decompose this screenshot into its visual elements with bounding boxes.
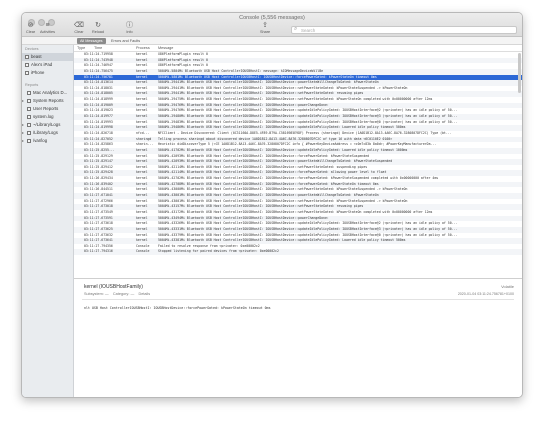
sidebar-report-system[interactable]: ▸ System Reports [22, 97, 73, 105]
search-input[interactable]: ⌕ Search [291, 26, 517, 34]
folder-icon [27, 139, 31, 143]
detail-meta: Subsystem: — Category: — Details [84, 292, 150, 296]
detail-volatile-label: Volatile [501, 284, 514, 289]
detail-subsystem: Subsystem: — [84, 292, 109, 296]
devices-heading: Devices [25, 47, 39, 51]
log-list: 03:11:24.719958 kernel X86PlatformPlugin r… [74, 52, 522, 278]
errors-faults-filter[interactable]: Errors and Faults [108, 38, 143, 44]
sidebar-report-analytics[interactable]: Mac Analytics D... [22, 89, 73, 97]
sidebar-device-beast[interactable]: beast [22, 53, 73, 61]
detail-title: kernel (IOUSBHostFamily) [84, 284, 143, 290]
log-row[interactable]: 03:11:27.794316 Console Stopped listening … [74, 249, 522, 256]
detail-separator [82, 299, 514, 300]
share-icon: ⇪ [262, 22, 268, 29]
column-process[interactable]: Process [136, 45, 150, 52]
sidebar-report-user[interactable]: User Reports [22, 105, 73, 113]
folder-icon [27, 107, 31, 111]
disclosure-arrow-icon[interactable]: ▸ [22, 137, 24, 145]
sidebar-report-system-log[interactable]: system.log [22, 113, 73, 121]
disclosure-arrow-icon[interactable]: ▸ [22, 121, 24, 129]
log-area: Type Time Process Message 03:11:24.71995… [74, 45, 522, 397]
detail-details-link[interactable]: Details [138, 292, 150, 296]
column-type[interactable]: Type [77, 45, 85, 52]
clear-toolbar-button[interactable]: ⊘ Clear [26, 22, 35, 34]
detail-category: Category: — [112, 292, 135, 296]
reload-button[interactable]: ↻ Reload [92, 22, 104, 34]
detail-pane: kernel (IOUSBHostFamily) Volatile Subsys… [74, 279, 522, 397]
sidebar-device-iphone[interactable]: iPhone [22, 69, 73, 77]
activities-toolbar-button[interactable]: ≡ Activities [40, 22, 55, 34]
folder-icon [27, 99, 31, 103]
search-icon: ⌕ [294, 26, 298, 32]
reload-icon: ↻ [95, 22, 101, 29]
share-button[interactable]: ⇪ Share [260, 22, 270, 34]
title-bar: Console (5,556 messages) ⊘ Clear ≡ Activ… [22, 13, 522, 37]
disclosure-arrow-icon[interactable]: ▸ [22, 129, 24, 137]
sidebar-report-user-library-logs[interactable]: ▸ ~/Library/Logs [22, 121, 73, 129]
detail-message: nlt USB Host ControllerIOUSBHostI: IOUSB… [84, 306, 271, 310]
sidebar-report-library-logs[interactable]: ▸ /Library/Logs [22, 129, 73, 137]
reports-heading: Reports [25, 83, 39, 87]
sidebar-report-var-log[interactable]: ▸ /var/log [22, 137, 73, 145]
column-time[interactable]: Time [94, 45, 102, 52]
folder-icon [27, 91, 31, 95]
log-time: 03:11:27.794316 [84, 249, 113, 254]
detail-date: 2020-01-04 03:11:24.756781+0100 [457, 292, 514, 296]
clear-icon: ⊘ [27, 22, 34, 29]
folder-icon [27, 123, 31, 127]
log-process: Console [136, 249, 150, 254]
sidebar: Devices beast Alex's iPad iPhone Reports… [22, 45, 74, 397]
disclosure-arrow-icon[interactable]: ▸ [22, 97, 24, 105]
sidebar-device-ipad[interactable]: Alex's iPad [22, 61, 73, 69]
scope-bar: All Messages Errors and Faults [22, 37, 522, 45]
clear-button[interactable]: ⌫ Clear [74, 22, 84, 34]
activities-icon: ≡ [45, 22, 50, 29]
console-window: Console (5,556 messages) ⊘ Clear ≡ Activ… [21, 12, 523, 398]
clear-log-icon: ⌫ [74, 22, 84, 29]
column-message[interactable]: Message [158, 45, 173, 52]
ipad-icon [25, 63, 29, 67]
all-messages-filter[interactable]: All Messages [77, 38, 106, 44]
folder-icon [27, 131, 31, 135]
computer-icon [25, 55, 29, 59]
log-message: Stopped listening for paired devices fro… [158, 249, 279, 254]
info-button[interactable]: ⓘ Info [126, 22, 133, 34]
log-scrollbar[interactable] [518, 53, 521, 93]
column-headers: Type Time Process Message [74, 45, 522, 52]
iphone-icon [25, 71, 29, 75]
window-title: Console (5,556 messages) [239, 15, 305, 21]
info-icon: ⓘ [126, 22, 133, 29]
document-icon [27, 115, 31, 119]
